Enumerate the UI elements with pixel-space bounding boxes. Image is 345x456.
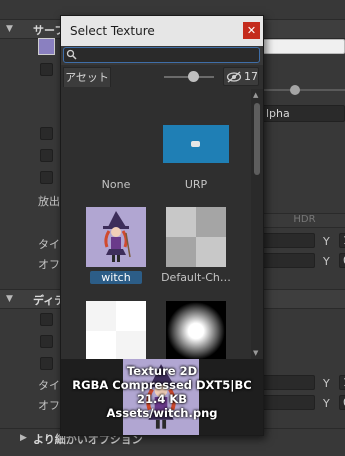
scroll-down-icon[interactable]: ▼ bbox=[253, 349, 258, 357]
foldout-arrow-icon-2[interactable]: ▼ bbox=[6, 294, 13, 304]
source-dropdown[interactable]: lpha bbox=[262, 105, 345, 122]
urp-logo-icon bbox=[191, 141, 200, 147]
offset2-y-label: Y bbox=[323, 397, 330, 410]
color-field[interactable] bbox=[262, 39, 345, 54]
texture-item-urp[interactable]: URP bbox=[156, 122, 236, 202]
white-checker-thumbnail bbox=[86, 301, 146, 359]
preview-format: RGBA Compressed DXT5|BC bbox=[72, 378, 252, 392]
eye-slash-icon bbox=[226, 71, 242, 83]
foldout-arrow-icon[interactable]: ▼ bbox=[6, 24, 13, 34]
checker-thumbnail bbox=[166, 207, 226, 267]
tiling-y-field[interactable]: 1 bbox=[339, 233, 345, 248]
tiling-x-field[interactable] bbox=[262, 233, 315, 248]
tiling2-x-field[interactable] bbox=[262, 375, 315, 390]
texture-grid: None URP witch Default-Ch… bbox=[61, 89, 251, 359]
tiling2-y-field[interactable]: 1 bbox=[339, 375, 345, 390]
witch-thumbnail bbox=[86, 207, 146, 267]
detail-checkbox-2[interactable] bbox=[40, 335, 53, 348]
alpha-dropdown-value: lpha bbox=[266, 107, 290, 120]
urp-thumbnail bbox=[163, 125, 229, 163]
close-icon[interactable]: ✕ bbox=[243, 22, 260, 39]
base-map-thumbnail[interactable] bbox=[38, 38, 55, 55]
texture-item-none[interactable]: None bbox=[76, 122, 156, 202]
option-checkbox-2[interactable] bbox=[40, 127, 53, 140]
tab-assets[interactable]: アセット bbox=[63, 67, 111, 87]
search-icon bbox=[66, 49, 77, 60]
texture-item-witch[interactable]: witch bbox=[76, 207, 156, 287]
preview-size: 21.4 KB bbox=[136, 392, 188, 406]
offset-y-label: Y bbox=[323, 255, 330, 268]
preview-info: Texture 2D RGBA Compressed DXT5|BC 21.4 … bbox=[61, 364, 263, 420]
texture-item-label: None bbox=[101, 178, 131, 191]
grid-scrollbar[interactable]: ▲ ▼ bbox=[251, 89, 263, 359]
smoothness-slider-track[interactable] bbox=[262, 89, 345, 91]
texture-item-label: URP bbox=[184, 178, 208, 191]
hidden-count: 17 bbox=[244, 70, 258, 83]
tiling-y-label: Y bbox=[323, 235, 330, 248]
preview-path: Assets/witch.png bbox=[106, 406, 218, 420]
search-field[interactable] bbox=[63, 47, 260, 63]
texture-item-label-selected: witch bbox=[90, 271, 142, 284]
emission-label: 放出 bbox=[38, 195, 60, 208]
preview-type: Texture 2D bbox=[126, 364, 198, 378]
none-thumbnail bbox=[86, 122, 146, 182]
option-checkbox-4[interactable] bbox=[40, 171, 53, 184]
texture-item-label: Default-Ch… bbox=[161, 271, 231, 284]
detail-checkbox[interactable] bbox=[40, 313, 53, 326]
option-checkbox[interactable] bbox=[40, 63, 53, 76]
foldout-arrow-right-icon[interactable]: ▶ bbox=[20, 433, 27, 443]
smoothness-slider-knob[interactable] bbox=[290, 85, 300, 95]
texture-item-radial[interactable] bbox=[156, 301, 236, 359]
hdr-color-field[interactable]: HDR bbox=[262, 213, 345, 228]
scroll-up-icon[interactable]: ▲ bbox=[253, 91, 258, 99]
offset-x-field[interactable] bbox=[262, 253, 315, 268]
window-title: Select Texture bbox=[70, 24, 155, 38]
hdr-label: HDR bbox=[293, 214, 316, 225]
search-input[interactable] bbox=[78, 48, 258, 62]
detail-checkbox-3[interactable] bbox=[40, 357, 53, 370]
texture-preview: Texture 2D RGBA Compressed DXT5|BC 21.4 … bbox=[61, 359, 263, 435]
tiling2-y-label: Y bbox=[323, 377, 330, 390]
offset2-y-field[interactable]: 0 bbox=[339, 395, 345, 410]
radial-gradient-thumbnail bbox=[166, 301, 226, 359]
offset2-x-field[interactable] bbox=[262, 395, 315, 410]
offset-y-field[interactable]: 0 bbox=[339, 253, 345, 268]
hidden-packages-button[interactable]: 17 bbox=[223, 67, 259, 86]
window-titlebar[interactable]: Select Texture ✕ bbox=[61, 16, 263, 46]
select-texture-window: Select Texture ✕ アセット 17 None URP witch … bbox=[60, 15, 264, 436]
texture-item-white-checker[interactable] bbox=[76, 301, 156, 359]
picker-toolbar: アセット 17 bbox=[61, 65, 263, 89]
option-checkbox-3[interactable] bbox=[40, 149, 53, 162]
scrollbar-thumb[interactable] bbox=[254, 103, 260, 175]
texture-item-default-checker[interactable]: Default-Ch… bbox=[156, 207, 236, 287]
witch-character-icon bbox=[103, 211, 131, 262]
zoom-slider-knob[interactable] bbox=[188, 71, 199, 82]
